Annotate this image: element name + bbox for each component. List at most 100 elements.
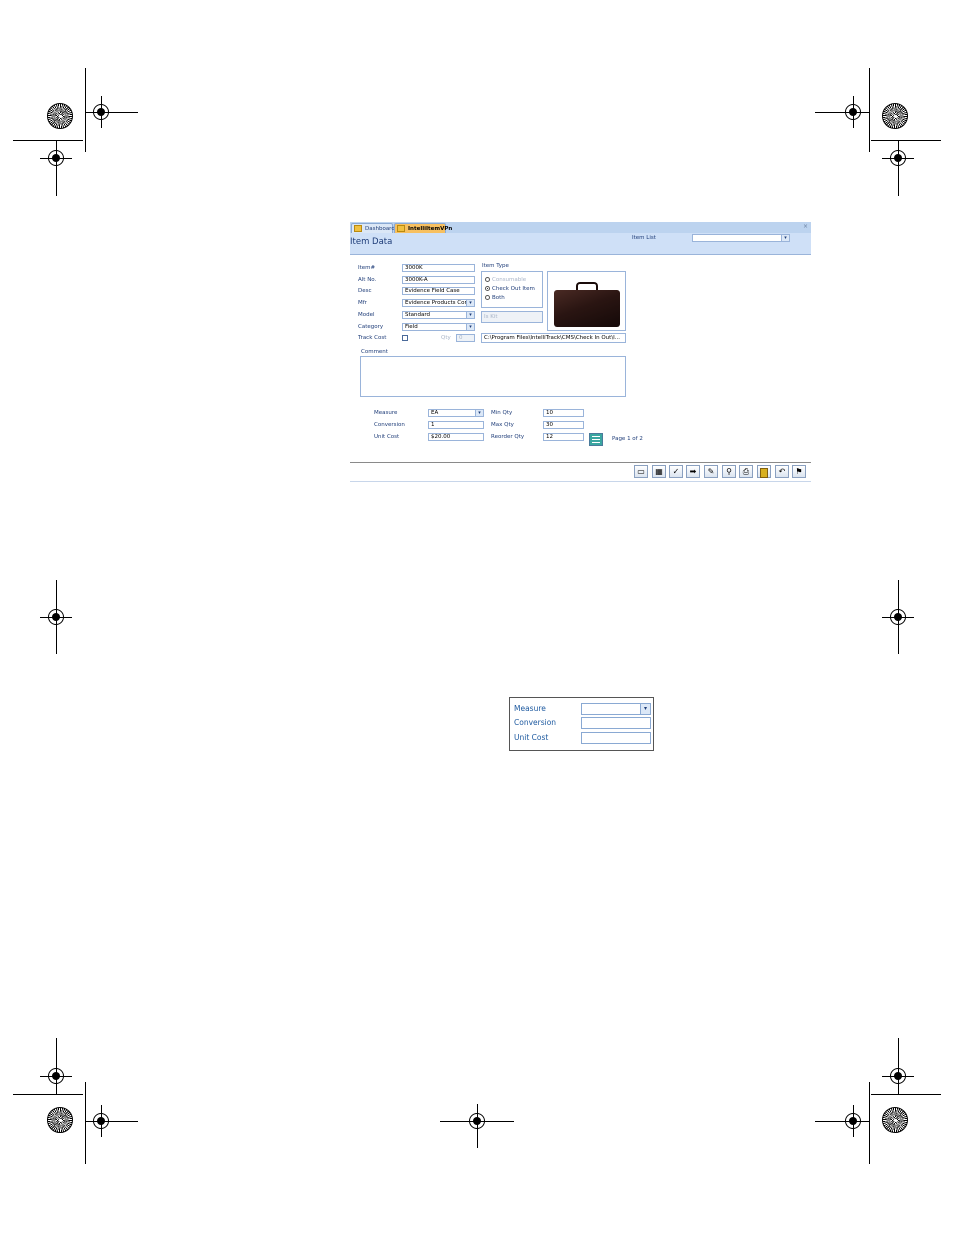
page-title: Item Data xyxy=(350,237,393,247)
print-icon: ⎙ xyxy=(742,467,750,476)
registration-star-icon xyxy=(47,103,73,129)
desc-field[interactable]: Evidence Field Case xyxy=(402,287,475,295)
zoom-conversion-field[interactable] xyxy=(581,717,651,729)
item-type-label: Item Type xyxy=(482,263,509,269)
conversion-field[interactable]: 1 xyxy=(428,421,484,429)
registration-mark-icon xyxy=(461,1105,493,1137)
tab-item-form[interactable]: IntelliItemVPn xyxy=(394,223,452,233)
undo-button[interactable]: ↶ xyxy=(775,465,789,478)
image-path-field[interactable]: C:\Program Files\IntelliTrack\CMS\Check … xyxy=(481,333,626,343)
track-cost-checkbox[interactable] xyxy=(402,335,408,341)
desc-label: Desc xyxy=(358,288,372,294)
chevron-down-icon[interactable]: ▾ xyxy=(640,704,650,714)
trash-icon xyxy=(760,468,768,478)
check-icon: ✓ xyxy=(672,467,680,476)
registration-mark-icon xyxy=(882,142,914,174)
new-record-icon: ▭ xyxy=(637,467,645,476)
chevron-down-icon[interactable]: ▾ xyxy=(466,324,474,330)
min-qty-field[interactable]: 10 xyxy=(543,409,584,417)
registration-mark-icon xyxy=(40,142,72,174)
footer-divider xyxy=(350,462,811,463)
zoom-conversion-label: Conversion xyxy=(514,718,557,727)
tab-dashboard[interactable]: Dashboard xyxy=(351,223,395,233)
alt-no-label: Alt No. xyxy=(358,277,377,283)
close-icon[interactable]: × xyxy=(803,223,808,230)
qty-label: Qty xyxy=(441,335,451,341)
measure-detail-panel: Measure ▾ Conversion Unit Cost xyxy=(509,697,654,751)
mfr-combo[interactable]: Evidence Products Corp ▾ xyxy=(402,299,475,307)
consumable-radio xyxy=(485,277,490,282)
page-indicator: Page 1 of 2 xyxy=(612,436,643,442)
find-button[interactable]: ⚲ xyxy=(722,465,736,478)
zoom-unit-cost-label: Unit Cost xyxy=(514,733,549,742)
footer-bottom-line xyxy=(350,481,811,482)
comment-label: Comment xyxy=(361,349,388,355)
model-value: Standard xyxy=(405,312,431,318)
registration-mark-icon xyxy=(837,96,869,128)
registration-mark-icon xyxy=(882,601,914,633)
track-cost-label: Track Cost xyxy=(358,335,387,341)
mfr-value: Evidence Products Corp xyxy=(405,300,471,306)
new-record-button[interactable]: ▭ xyxy=(634,465,648,478)
chevron-down-icon[interactable]: ▾ xyxy=(466,312,474,318)
category-combo[interactable]: Field ▾ xyxy=(402,323,475,331)
tab-label: Dashboard xyxy=(365,226,395,232)
save-button[interactable]: ✓ xyxy=(669,465,683,478)
check-out-item-radio[interactable] xyxy=(485,286,490,291)
registration-mark-icon xyxy=(40,601,72,633)
edit-button[interactable]: ✎ xyxy=(704,465,718,478)
undo-icon: ↶ xyxy=(778,467,786,476)
item-image-frame[interactable] xyxy=(547,271,626,331)
is-kit-field: Is Kit xyxy=(481,311,543,323)
registration-star-icon xyxy=(882,1107,908,1133)
chevron-down-icon[interactable]: ▾ xyxy=(781,235,789,241)
category-value: Field xyxy=(405,324,418,330)
document-tab-bar: Dashboard IntelliItemVPn × xyxy=(350,222,811,233)
exit-button[interactable]: ⚑ xyxy=(792,465,806,478)
print-button[interactable]: ⎙ xyxy=(739,465,753,478)
exit-icon: ⚑ xyxy=(795,467,803,476)
measure-combo[interactable]: EA ▾ xyxy=(428,409,484,417)
zoom-measure-label: Measure xyxy=(514,704,546,713)
qty-field: 0 xyxy=(456,334,475,342)
mfr-label: Mfr xyxy=(358,300,367,306)
zoom-measure-combo[interactable]: ▾ xyxy=(581,703,651,715)
calculator-icon: ▦ xyxy=(655,467,663,476)
edit-icon: ✎ xyxy=(707,467,715,476)
model-combo[interactable]: Standard ▾ xyxy=(402,311,475,319)
check-out-item-label: Check Out Item xyxy=(492,286,535,292)
zoom-unit-cost-field[interactable] xyxy=(581,732,651,744)
registration-mark-icon xyxy=(85,1105,117,1137)
item-list-combo[interactable]: ▾ xyxy=(692,234,790,242)
registration-mark-icon xyxy=(837,1105,869,1137)
form-icon xyxy=(397,225,405,232)
unit-cost-field[interactable]: $20.00 xyxy=(428,433,484,441)
consumable-label: Consumable xyxy=(492,277,527,283)
conversion-label: Conversion xyxy=(374,422,405,428)
registration-mark-icon xyxy=(85,96,117,128)
arrow-right-icon: ➡ xyxy=(689,467,697,476)
form-header: Item Data Item List ▾ xyxy=(350,233,811,255)
unit-cost-label: Unit Cost xyxy=(374,434,400,440)
comment-field[interactable] xyxy=(360,356,626,397)
item-list-label: Item List xyxy=(632,235,656,241)
alt-no-field[interactable]: 3000K-A xyxy=(402,276,475,284)
locations-grid-button[interactable] xyxy=(589,433,603,446)
next-button[interactable]: ➡ xyxy=(686,465,700,478)
item-no-field[interactable]: 3000K xyxy=(402,264,475,272)
delete-button[interactable] xyxy=(757,465,771,478)
both-radio[interactable] xyxy=(485,295,490,300)
registration-star-icon xyxy=(882,103,908,129)
form-icon xyxy=(354,225,362,232)
model-label: Model xyxy=(358,312,375,318)
max-qty-field[interactable]: 30 xyxy=(543,421,584,429)
reorder-qty-label: Reorder Qty xyxy=(491,434,525,440)
reorder-qty-field[interactable]: 12 xyxy=(543,433,584,441)
chevron-down-icon[interactable]: ▾ xyxy=(475,410,483,416)
calculator-button[interactable]: ▦ xyxy=(652,465,666,478)
max-qty-label: Max Qty xyxy=(491,422,514,428)
measure-value: EA xyxy=(431,410,439,416)
registration-mark-icon xyxy=(40,1060,72,1092)
chevron-down-icon[interactable]: ▾ xyxy=(466,300,474,306)
tab-label: IntelliItemVPn xyxy=(408,226,453,232)
